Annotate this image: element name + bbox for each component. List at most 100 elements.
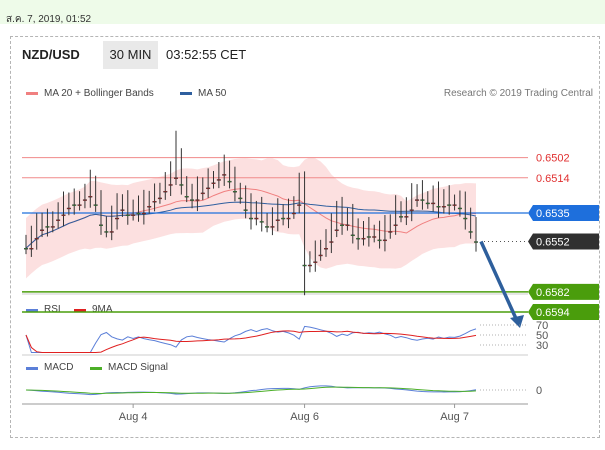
candle-body bbox=[24, 248, 29, 250]
candle-body bbox=[468, 231, 473, 233]
rsi-level-label: 30 bbox=[536, 340, 548, 352]
candle-body bbox=[452, 204, 457, 206]
candle-body bbox=[141, 212, 146, 215]
candle-body bbox=[190, 199, 195, 201]
candle-body bbox=[168, 184, 173, 186]
candle-body bbox=[265, 226, 270, 228]
candle-body bbox=[179, 184, 184, 186]
candle-body bbox=[195, 199, 200, 201]
candle-body bbox=[334, 229, 339, 231]
candle-body bbox=[115, 217, 120, 220]
candle-body bbox=[243, 209, 248, 211]
candle-body bbox=[77, 204, 82, 206]
candle-body bbox=[211, 182, 216, 184]
candle-body bbox=[157, 197, 162, 200]
price-label-pivot: 0.6535 bbox=[536, 208, 570, 220]
price-label-support: 0.6514 bbox=[536, 173, 570, 185]
candle-body bbox=[29, 248, 34, 250]
candle-body bbox=[291, 212, 296, 215]
candle-body bbox=[232, 190, 237, 193]
candle-body bbox=[184, 196, 189, 198]
candle-body bbox=[350, 234, 355, 237]
candle-body bbox=[147, 206, 152, 208]
candle-body bbox=[254, 217, 259, 220]
rsi-line bbox=[25, 325, 477, 353]
candle-body bbox=[259, 221, 264, 223]
candle-body bbox=[206, 187, 211, 190]
candle-body bbox=[361, 237, 366, 240]
candle-body bbox=[88, 196, 93, 198]
candle-body bbox=[372, 236, 377, 238]
candle-body bbox=[131, 214, 136, 216]
candle-body bbox=[302, 264, 307, 267]
candle-body bbox=[152, 201, 157, 203]
candle-body bbox=[93, 204, 98, 206]
candle-body bbox=[163, 190, 168, 193]
price-label-resistance: 0.6594 bbox=[536, 307, 570, 319]
candle-body bbox=[377, 239, 382, 242]
candle-body bbox=[415, 199, 420, 201]
candle-body bbox=[329, 241, 334, 243]
candle-body bbox=[227, 180, 232, 183]
candle-body bbox=[345, 224, 350, 226]
candle-body bbox=[474, 241, 479, 243]
x-axis-label: Aug 6 bbox=[290, 411, 319, 423]
candle-body bbox=[98, 224, 103, 226]
candle-body bbox=[307, 264, 312, 267]
candle-body bbox=[447, 204, 452, 206]
candle-body bbox=[61, 214, 66, 216]
candle-body bbox=[275, 219, 280, 221]
candle-body bbox=[463, 217, 468, 220]
price-label-last: 0.6552 bbox=[536, 237, 570, 249]
candle-body bbox=[431, 202, 436, 205]
candle-body bbox=[270, 226, 275, 228]
price-chart-svg: 0.65940.65820.65520.65350.65140.65027050… bbox=[22, 130, 599, 423]
candle-body bbox=[393, 224, 398, 226]
candle-body bbox=[356, 237, 361, 240]
price-label-support: 0.6502 bbox=[536, 153, 570, 165]
candle-body bbox=[104, 231, 109, 233]
candle-body bbox=[200, 192, 205, 195]
candle-body bbox=[34, 237, 39, 240]
candle-body bbox=[340, 224, 345, 226]
candle-body bbox=[125, 214, 130, 216]
macd-zero-label: 0 bbox=[536, 385, 542, 397]
candle-body bbox=[399, 216, 404, 218]
rsi-ma-line bbox=[25, 330, 477, 353]
candle-body bbox=[109, 231, 114, 233]
candle-body bbox=[173, 177, 178, 179]
candle-body bbox=[238, 197, 243, 200]
price-label-resistance: 0.6582 bbox=[536, 287, 570, 299]
x-axis-label: Aug 7 bbox=[440, 411, 469, 423]
candle-body bbox=[72, 204, 77, 206]
projection-arrow-head bbox=[510, 315, 524, 328]
candle-body bbox=[50, 226, 55, 228]
candle-body bbox=[425, 202, 430, 205]
candle-body bbox=[404, 216, 409, 218]
candle-body bbox=[457, 207, 462, 210]
projection-arrow bbox=[479, 240, 520, 324]
candle-body bbox=[441, 206, 446, 208]
candle-body bbox=[45, 226, 50, 228]
candle-body bbox=[216, 179, 221, 181]
candle-body bbox=[366, 236, 371, 238]
candle-body bbox=[248, 217, 253, 220]
candle-body bbox=[318, 254, 323, 257]
candle-body bbox=[82, 199, 87, 201]
candle-body bbox=[297, 204, 302, 206]
candle-body bbox=[56, 219, 61, 221]
candle-body bbox=[286, 217, 291, 220]
candle-body bbox=[222, 174, 227, 176]
candle-body bbox=[382, 239, 387, 242]
x-axis-label: Aug 4 bbox=[119, 411, 148, 423]
candle-body bbox=[436, 206, 441, 208]
candle-body bbox=[420, 199, 425, 201]
candle-body bbox=[136, 212, 141, 215]
candle-body bbox=[388, 231, 393, 233]
candle-body bbox=[409, 209, 414, 211]
candle-body bbox=[40, 229, 45, 231]
candle-body bbox=[120, 209, 125, 211]
candle-body bbox=[281, 217, 286, 220]
candle-body bbox=[313, 261, 318, 263]
candle-body bbox=[324, 248, 329, 250]
